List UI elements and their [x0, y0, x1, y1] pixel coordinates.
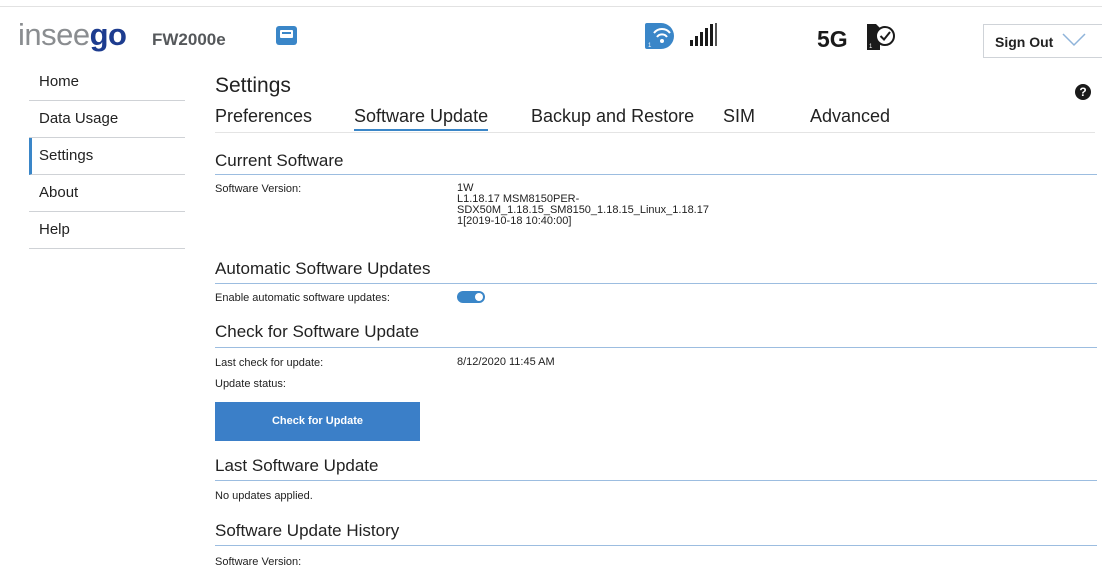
sidebar-item-label: Home — [39, 73, 80, 90]
sign-out-dropdown[interactable]: Sign Out — [983, 24, 1102, 58]
ethernet-icon — [276, 26, 297, 45]
sim-check-icon: 1 — [867, 24, 895, 50]
history-version-label: Software Version: — [215, 556, 302, 568]
section-divider — [215, 545, 1097, 546]
toggle-knob — [475, 293, 483, 301]
sidebar-item-label: About — [39, 184, 79, 201]
header: inseego FW2000e 1 5G 1 Sign Out — [0, 7, 1102, 61]
tab-advanced[interactable]: Advanced — [810, 106, 890, 131]
update-status-label: Update status: — [215, 378, 286, 390]
last-check-value: 8/12/2020 11:45 AM — [457, 356, 555, 368]
sidebar-item-label: Data Usage — [39, 110, 119, 127]
sidebar-item-label: Help — [39, 221, 70, 238]
sidebar-item-about[interactable]: About — [29, 175, 185, 212]
brand-accent-text: go — [89, 17, 127, 52]
sidebar-item-home[interactable]: Home — [29, 64, 185, 101]
brand-logo: inseego — [18, 17, 127, 53]
section-divider — [215, 174, 1097, 175]
section-divider — [215, 283, 1097, 284]
page-title: Settings — [215, 74, 291, 97]
tabs-divider — [215, 132, 1095, 133]
last-update-text: No updates applied. — [215, 490, 313, 502]
brand-text: insee — [18, 17, 90, 52]
section-title-check-update: Check for Software Update — [215, 322, 420, 341]
check-for-update-button[interactable]: Check for Update — [215, 402, 420, 441]
network-type-label: 5G — [817, 26, 848, 52]
help-icon[interactable]: ? — [1075, 84, 1091, 100]
sidebar-item-label: Settings — [39, 147, 94, 164]
tab-backup-and-restore[interactable]: Backup and Restore — [531, 106, 694, 131]
section-divider — [215, 480, 1097, 481]
sidebar-item-settings[interactable]: Settings — [29, 138, 185, 175]
section-title-update-history: Software Update History — [215, 521, 400, 540]
tab-preferences[interactable]: Preferences — [215, 106, 312, 131]
section-title-last-update: Last Software Update — [215, 456, 379, 475]
software-version-label: Software Version: — [215, 183, 302, 195]
section-title-current-software: Current Software — [215, 151, 344, 170]
section-divider — [215, 347, 1097, 348]
last-check-label: Last check for update: — [215, 357, 324, 369]
auto-update-toggle[interactable] — [457, 291, 485, 303]
signal-bars-icon — [690, 23, 717, 46]
software-version-value: 1W L1.18.17 MSM8150PER- SDX50M_1.18.15_S… — [457, 183, 709, 227]
section-title-automatic-updates: Automatic Software Updates — [215, 259, 431, 278]
sidebar-nav: Home Data Usage Settings About Help — [29, 64, 185, 249]
tab-sim[interactable]: SIM — [723, 106, 755, 131]
sidebar-item-data-usage[interactable]: Data Usage — [29, 101, 185, 138]
device-model: FW2000e — [152, 30, 226, 49]
auto-update-label: Enable automatic software updates: — [215, 292, 390, 304]
sidebar-item-help[interactable]: Help — [29, 212, 185, 249]
tab-software-update[interactable]: Software Update — [354, 106, 489, 131]
software-version-line: 1[2019-10-18 10:40:00] — [457, 215, 572, 227]
sign-out-label: Sign Out — [995, 34, 1054, 50]
wifi-icon: 1 — [645, 23, 674, 49]
chevron-down-icon — [1062, 33, 1086, 47]
